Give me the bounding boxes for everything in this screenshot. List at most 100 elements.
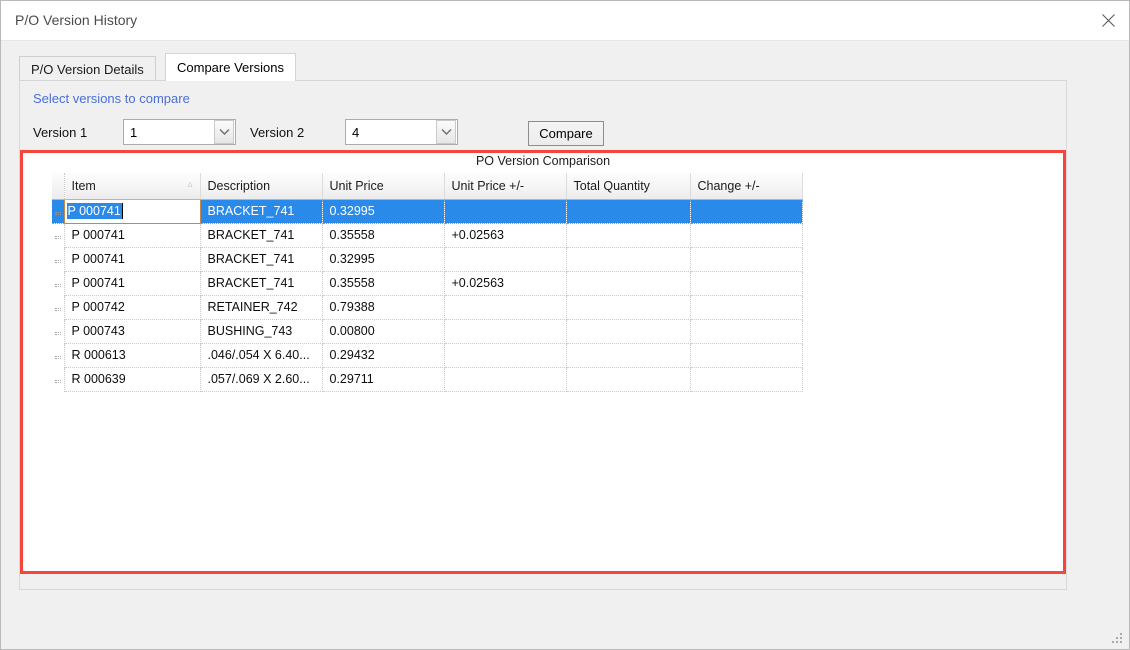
item-cell-editor[interactable]: P 000741 <box>63 198 201 224</box>
cell-description[interactable]: BRACKET_741 <box>200 247 323 272</box>
version1-dropdown[interactable]: 1 <box>123 119 236 145</box>
cell-total-quantity[interactable] <box>566 367 691 392</box>
table-row[interactable]: P 000741 BRACKET_741 0.32995 <box>52 198 803 224</box>
tab-compare-versions-label: Compare Versions <box>177 60 284 75</box>
cell-change-delta[interactable] <box>690 295 803 320</box>
tab-strip: P/O Version Details Compare Versions <box>19 53 1067 81</box>
cell-change-delta[interactable] <box>690 247 803 272</box>
table-row[interactable]: P 000741 BRACKET_741 0.35558 +0.02563 <box>52 223 803 248</box>
resize-grip-icon[interactable] <box>1112 633 1125 646</box>
version1-label: Version 1 <box>33 125 88 140</box>
cell-total-quantity[interactable] <box>566 319 691 344</box>
row-header-gutter[interactable] <box>52 223 65 247</box>
cell-total-quantity[interactable] <box>566 199 691 224</box>
table-row[interactable]: P 000742 RETAINER_742 0.79388 <box>52 295 803 320</box>
po-comparison-grid: Item ▵ Description Unit Price Unit Price… <box>52 173 803 392</box>
cell-unit-price-delta[interactable] <box>444 367 567 392</box>
chevron-down-icon[interactable] <box>214 120 234 144</box>
cell-total-quantity[interactable] <box>566 343 691 368</box>
cell-unit-price[interactable]: 0.29432 <box>322 343 445 368</box>
cell-change-delta[interactable] <box>690 367 803 392</box>
chevron-down-icon[interactable] <box>436 120 456 144</box>
cell-unit-price[interactable]: 0.32995 <box>322 247 445 272</box>
cell-unit-price-delta[interactable]: +0.02563 <box>444 223 567 248</box>
column-header-unit-price[interactable]: Unit Price <box>322 173 445 200</box>
row-marker-icon <box>54 236 61 240</box>
cell-description[interactable]: RETAINER_742 <box>200 295 323 320</box>
row-header-corner <box>52 173 65 200</box>
cell-item[interactable]: P 000741 <box>64 223 201 248</box>
cell-unit-price[interactable]: 0.32995 <box>322 199 445 224</box>
cell-item[interactable]: R 000613 <box>64 343 201 368</box>
compare-button[interactable]: Compare <box>528 121 604 146</box>
cell-unit-price[interactable]: 0.00800 <box>322 319 445 344</box>
cell-description[interactable]: BRACKET_741 <box>200 271 323 296</box>
cell-unit-price-delta[interactable] <box>444 295 567 320</box>
version2-dropdown[interactable]: 4 <box>345 119 458 145</box>
cell-description[interactable]: .046/.054 X 6.40... <box>200 343 323 368</box>
tab-po-version-details[interactable]: P/O Version Details <box>19 56 156 81</box>
cell-change-delta[interactable] <box>690 199 803 224</box>
comparison-highlight-box: PO Version Comparison Item ▵ Description… <box>20 150 1066 574</box>
sort-ascending-icon: ▵ <box>187 179 193 190</box>
row-header-gutter[interactable] <box>52 295 65 319</box>
row-marker-icon <box>54 284 61 287</box>
cell-total-quantity[interactable] <box>566 271 691 296</box>
select-versions-hint: Select versions to compare <box>33 91 190 106</box>
cell-item[interactable]: P 000742 <box>64 295 201 320</box>
row-marker-icon <box>54 332 61 335</box>
table-row[interactable]: P 000741 BRACKET_741 0.32995 <box>52 247 803 272</box>
column-header-unit-price-label: Unit Price <box>329 178 384 193</box>
cell-unit-price-delta[interactable] <box>444 343 567 368</box>
text-caret <box>121 202 123 219</box>
table-row[interactable]: R 000613.046/.054 X 6.40... 0.29432 <box>52 343 803 368</box>
cell-unit-price-delta[interactable]: +0.02563 <box>444 271 567 296</box>
row-header-gutter[interactable] <box>52 367 65 391</box>
row-header-gutter[interactable] <box>52 271 65 295</box>
version2-value: 4 <box>352 124 360 140</box>
cell-unit-price[interactable]: 0.35558 <box>322 223 445 248</box>
table-row[interactable]: P 000741 BRACKET_741 0.35558 +0.02563 <box>52 271 803 296</box>
window-client-area: P/O Version Details Compare Versions Sel… <box>1 41 1129 649</box>
row-header-gutter[interactable] <box>52 343 65 367</box>
column-header-description[interactable]: Description <box>200 173 323 200</box>
close-icon <box>1101 14 1115 27</box>
cell-description[interactable]: BUSHING_743 <box>200 319 323 344</box>
cell-change-delta[interactable] <box>690 271 803 296</box>
cell-unit-price-delta[interactable] <box>444 199 567 224</box>
cell-unit-price-delta[interactable] <box>444 319 567 344</box>
column-header-total-quantity[interactable]: Total Quantity <box>566 173 691 200</box>
row-header-gutter[interactable] <box>52 199 65 224</box>
column-header-change-delta[interactable]: Change +/- <box>690 173 803 200</box>
cell-item[interactable]: R 000639 <box>64 367 201 392</box>
cell-item[interactable]: P 000743 <box>64 319 201 344</box>
cell-unit-price[interactable]: 0.29711 <box>322 367 445 392</box>
cell-unit-price[interactable]: 0.79388 <box>322 295 445 320</box>
row-marker-icon <box>54 356 61 359</box>
column-header-item-label: Item <box>71 178 96 193</box>
cell-description[interactable]: BRACKET_741 <box>200 199 323 224</box>
cell-description[interactable]: BRACKET_741 <box>200 223 323 248</box>
table-row[interactable]: R 000639.057/.069 X 2.60... 0.29711 <box>52 367 803 392</box>
row-header-gutter[interactable] <box>52 319 65 343</box>
cell-description[interactable]: .057/.069 X 2.60... <box>200 367 323 392</box>
tab-compare-versions[interactable]: Compare Versions <box>165 53 296 81</box>
window-titlebar: P/O Version History <box>1 1 1129 41</box>
cell-change-delta[interactable] <box>690 223 803 248</box>
cell-item[interactable]: P 000741 <box>64 247 201 272</box>
window-close-button[interactable] <box>1085 1 1129 40</box>
table-row[interactable]: P 000743 BUSHING_743 0.00800 <box>52 319 803 344</box>
row-marker-icon <box>54 308 61 311</box>
cell-total-quantity[interactable] <box>566 295 691 320</box>
cell-item[interactable]: P 000741 <box>64 271 201 296</box>
row-header-gutter[interactable] <box>52 247 65 271</box>
cell-change-delta[interactable] <box>690 319 803 344</box>
cell-total-quantity[interactable] <box>566 247 691 272</box>
table-header-row: Item ▵ Description Unit Price Unit Price… <box>52 173 803 200</box>
cell-change-delta[interactable] <box>690 343 803 368</box>
column-header-item[interactable]: Item ▵ <box>64 173 201 200</box>
cell-total-quantity[interactable] <box>566 223 691 248</box>
cell-unit-price-delta[interactable] <box>444 247 567 272</box>
cell-unit-price[interactable]: 0.35558 <box>322 271 445 296</box>
column-header-unit-price-delta[interactable]: Unit Price +/- <box>444 173 567 200</box>
